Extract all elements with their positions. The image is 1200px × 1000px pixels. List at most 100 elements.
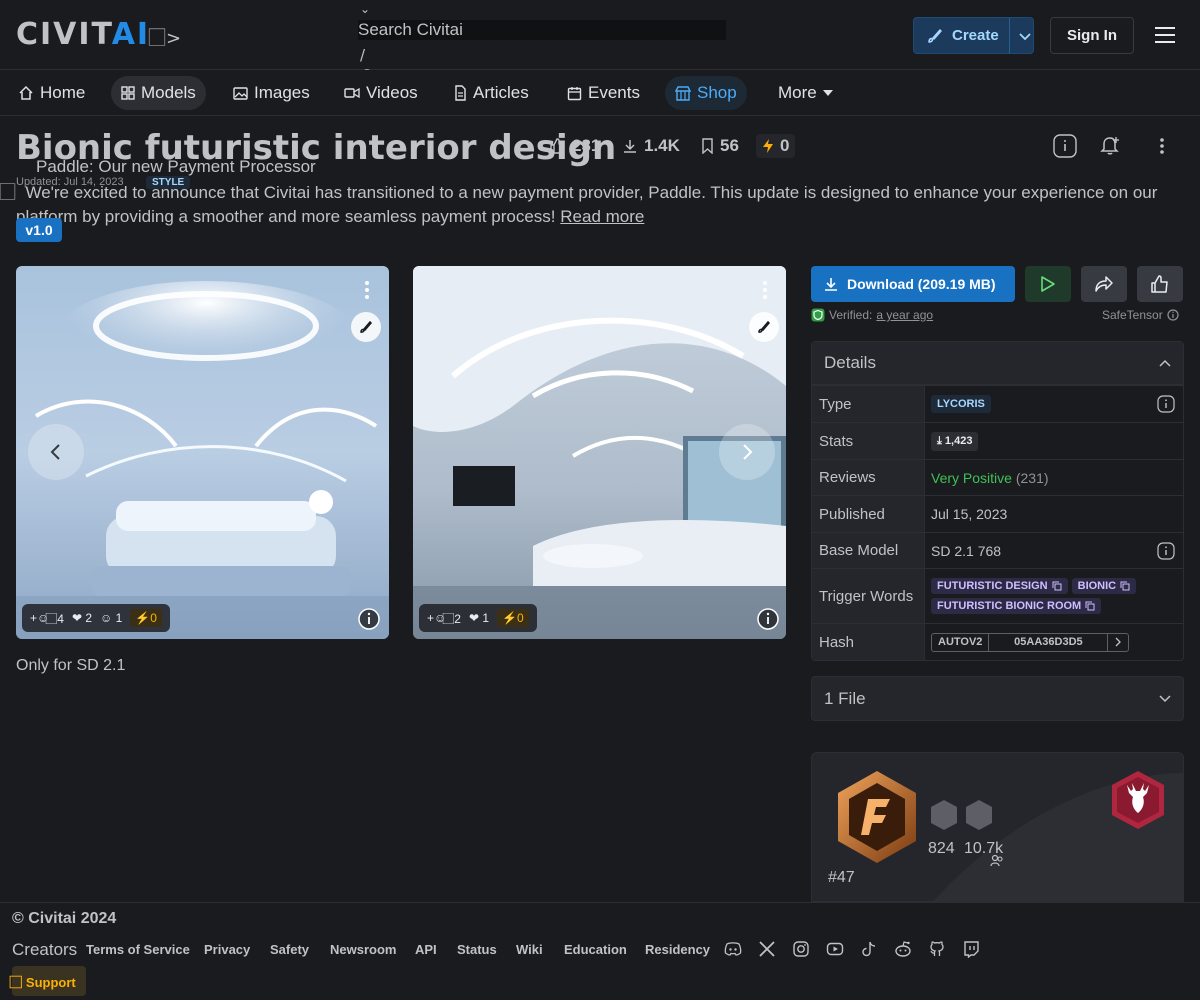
hearts-count[interactable]: ❤ 1 bbox=[469, 611, 489, 625]
tiktok-icon[interactable] bbox=[860, 940, 878, 958]
notify-button[interactable] bbox=[1099, 134, 1123, 158]
like-button[interactable] bbox=[1137, 266, 1183, 302]
comments-count[interactable]: ⃞4 bbox=[57, 610, 64, 627]
download-icon bbox=[823, 276, 839, 292]
footer-link-api[interactable]: API bbox=[415, 942, 437, 957]
comments-count[interactable]: ⃞2 bbox=[454, 610, 461, 627]
info-icon bbox=[1053, 134, 1077, 158]
image-info-button[interactable] bbox=[358, 608, 380, 630]
hash-selector[interactable]: AUTOV2 05AA36D3D5 bbox=[931, 632, 1130, 652]
add-reaction-button[interactable]: +☺ bbox=[427, 611, 446, 625]
main-nav: Home Models Images Videos Articles Event… bbox=[0, 70, 1200, 116]
youtube-icon[interactable] bbox=[826, 940, 844, 958]
reviews-rating-link[interactable]: Very Positive bbox=[931, 470, 1012, 486]
info-icon[interactable] bbox=[1157, 395, 1175, 413]
share-button[interactable] bbox=[1081, 266, 1127, 302]
bookmarks-stat[interactable]: 56 bbox=[701, 136, 739, 156]
type-badge[interactable]: LYCORIS bbox=[931, 395, 991, 413]
copy-icon bbox=[1085, 601, 1095, 611]
details-header[interactable]: Details bbox=[812, 342, 1183, 385]
image-menu-button[interactable] bbox=[360, 279, 374, 301]
info-button[interactable] bbox=[1053, 134, 1077, 158]
footer-link-residency[interactable]: Residency bbox=[645, 942, 710, 957]
version-badge[interactable]: v1.0 bbox=[16, 218, 62, 242]
footer-link-status[interactable]: Status bbox=[457, 942, 497, 957]
details-row-reviews: Reviews Very Positive (231) bbox=[812, 459, 1183, 495]
chevron-left-icon bbox=[49, 443, 63, 461]
civitai-logo[interactable]: CIVITAI bbox=[16, 20, 150, 50]
nav-home[interactable]: Home bbox=[8, 76, 95, 110]
details-row-stats: Stats ⤓ 1,423 bbox=[812, 422, 1183, 459]
chevron-down-icon[interactable] bbox=[1018, 29, 1032, 43]
reddit-icon[interactable] bbox=[894, 940, 912, 958]
carousel-next-button[interactable] bbox=[719, 424, 775, 480]
files-accordion[interactable]: 1 File bbox=[811, 676, 1184, 721]
bookmark-icon bbox=[701, 138, 714, 154]
footer-link-safety[interactable]: Safety bbox=[270, 942, 309, 957]
info-icon[interactable] bbox=[1157, 541, 1175, 560]
image-menu-button[interactable] bbox=[758, 279, 772, 301]
menu-icon[interactable] bbox=[1155, 26, 1175, 44]
footer-creators-link[interactable]: Creators bbox=[12, 940, 77, 960]
thumbs-up-icon bbox=[1151, 275, 1169, 293]
generate-button[interactable] bbox=[1025, 266, 1071, 302]
image-info-button[interactable] bbox=[757, 608, 779, 630]
trigger-word-chip[interactable]: BIONIC bbox=[1071, 578, 1137, 594]
nav-shop[interactable]: Shop bbox=[665, 76, 747, 110]
creator-card: 824 10.7k #47 bbox=[811, 752, 1184, 902]
footer-link-education[interactable]: Education bbox=[564, 942, 627, 957]
search-input[interactable] bbox=[358, 20, 726, 40]
footer-link-wiki[interactable]: Wiki bbox=[516, 942, 543, 957]
carousel-prev-button[interactable] bbox=[28, 424, 84, 480]
details-panel: Details Type LYCORIS Stats ⤓ 1,423 Revie… bbox=[811, 341, 1184, 661]
instagram-icon[interactable] bbox=[792, 940, 810, 958]
remix-button[interactable] bbox=[351, 312, 381, 342]
laugh-count[interactable]: ☺ 1 bbox=[100, 611, 122, 625]
remix-button[interactable] bbox=[749, 312, 779, 342]
chevron-right-icon bbox=[740, 443, 754, 461]
footer-link-terms[interactable]: Terms of Service bbox=[86, 942, 190, 957]
nav-articles[interactable]: Articles bbox=[444, 76, 539, 110]
buzz-count[interactable]: ⚡0 bbox=[130, 609, 162, 627]
bolt-icon bbox=[762, 138, 774, 154]
trigger-word-chip[interactable]: FUTURISTIC DESIGN bbox=[931, 578, 1068, 594]
add-reaction-button[interactable]: +☺ bbox=[30, 611, 49, 625]
trigger-word-chip[interactable]: FUTURISTIC BIONIC ROOM bbox=[931, 598, 1102, 614]
nav-events[interactable]: Events bbox=[557, 76, 650, 110]
sign-in-button[interactable]: Sign In bbox=[1050, 17, 1134, 54]
footer-link-newsroom[interactable]: Newsroom bbox=[330, 942, 396, 957]
create-button[interactable]: Create bbox=[913, 17, 1034, 54]
download-icon bbox=[622, 138, 638, 154]
github-icon[interactable] bbox=[928, 940, 946, 958]
info-icon bbox=[757, 608, 779, 630]
hearts-count[interactable]: ❤ 2 bbox=[72, 611, 92, 625]
discord-icon[interactable] bbox=[724, 940, 742, 958]
download-button[interactable]: Download (209.19 MB) bbox=[811, 266, 1015, 302]
downloads-stat: 1.4K bbox=[622, 136, 680, 156]
footer-link-privacy[interactable]: Privacy bbox=[204, 942, 250, 957]
x-twitter-icon[interactable] bbox=[758, 940, 776, 958]
search-chevron-icon[interactable]: ⌄ bbox=[360, 2, 370, 16]
support-button[interactable]: ⃞ Support bbox=[12, 966, 86, 996]
verified-date-link[interactable]: a year ago bbox=[876, 308, 933, 322]
nav-videos[interactable]: Videos bbox=[334, 76, 428, 110]
nav-images[interactable]: Images bbox=[223, 76, 320, 110]
nav-models[interactable]: Models bbox=[111, 76, 206, 110]
read-more-link[interactable]: Read more bbox=[560, 207, 644, 226]
users-icon bbox=[990, 854, 1004, 868]
info-icon[interactable] bbox=[1167, 309, 1179, 321]
buzz-count[interactable]: ⚡0 bbox=[497, 609, 529, 627]
play-icon bbox=[1040, 275, 1056, 293]
nav-more[interactable]: More bbox=[768, 76, 843, 110]
buzz-stat[interactable]: 0 bbox=[756, 134, 796, 158]
likes-stat[interactable]: 231 bbox=[550, 136, 600, 156]
twitch-icon[interactable] bbox=[962, 940, 980, 958]
announcement-body: ⃞ We're excited to announce that Civitai… bbox=[16, 183, 1158, 226]
chevron-down-icon bbox=[1159, 694, 1171, 703]
logo-expand-button[interactable]: ⃞> bbox=[166, 24, 181, 50]
more-options-button[interactable] bbox=[1152, 134, 1176, 158]
calendar-icon bbox=[567, 86, 582, 101]
creator-rank: #47 bbox=[828, 869, 855, 886]
creator-avatar[interactable] bbox=[834, 769, 920, 865]
deer-badge-icon[interactable] bbox=[1109, 769, 1167, 831]
